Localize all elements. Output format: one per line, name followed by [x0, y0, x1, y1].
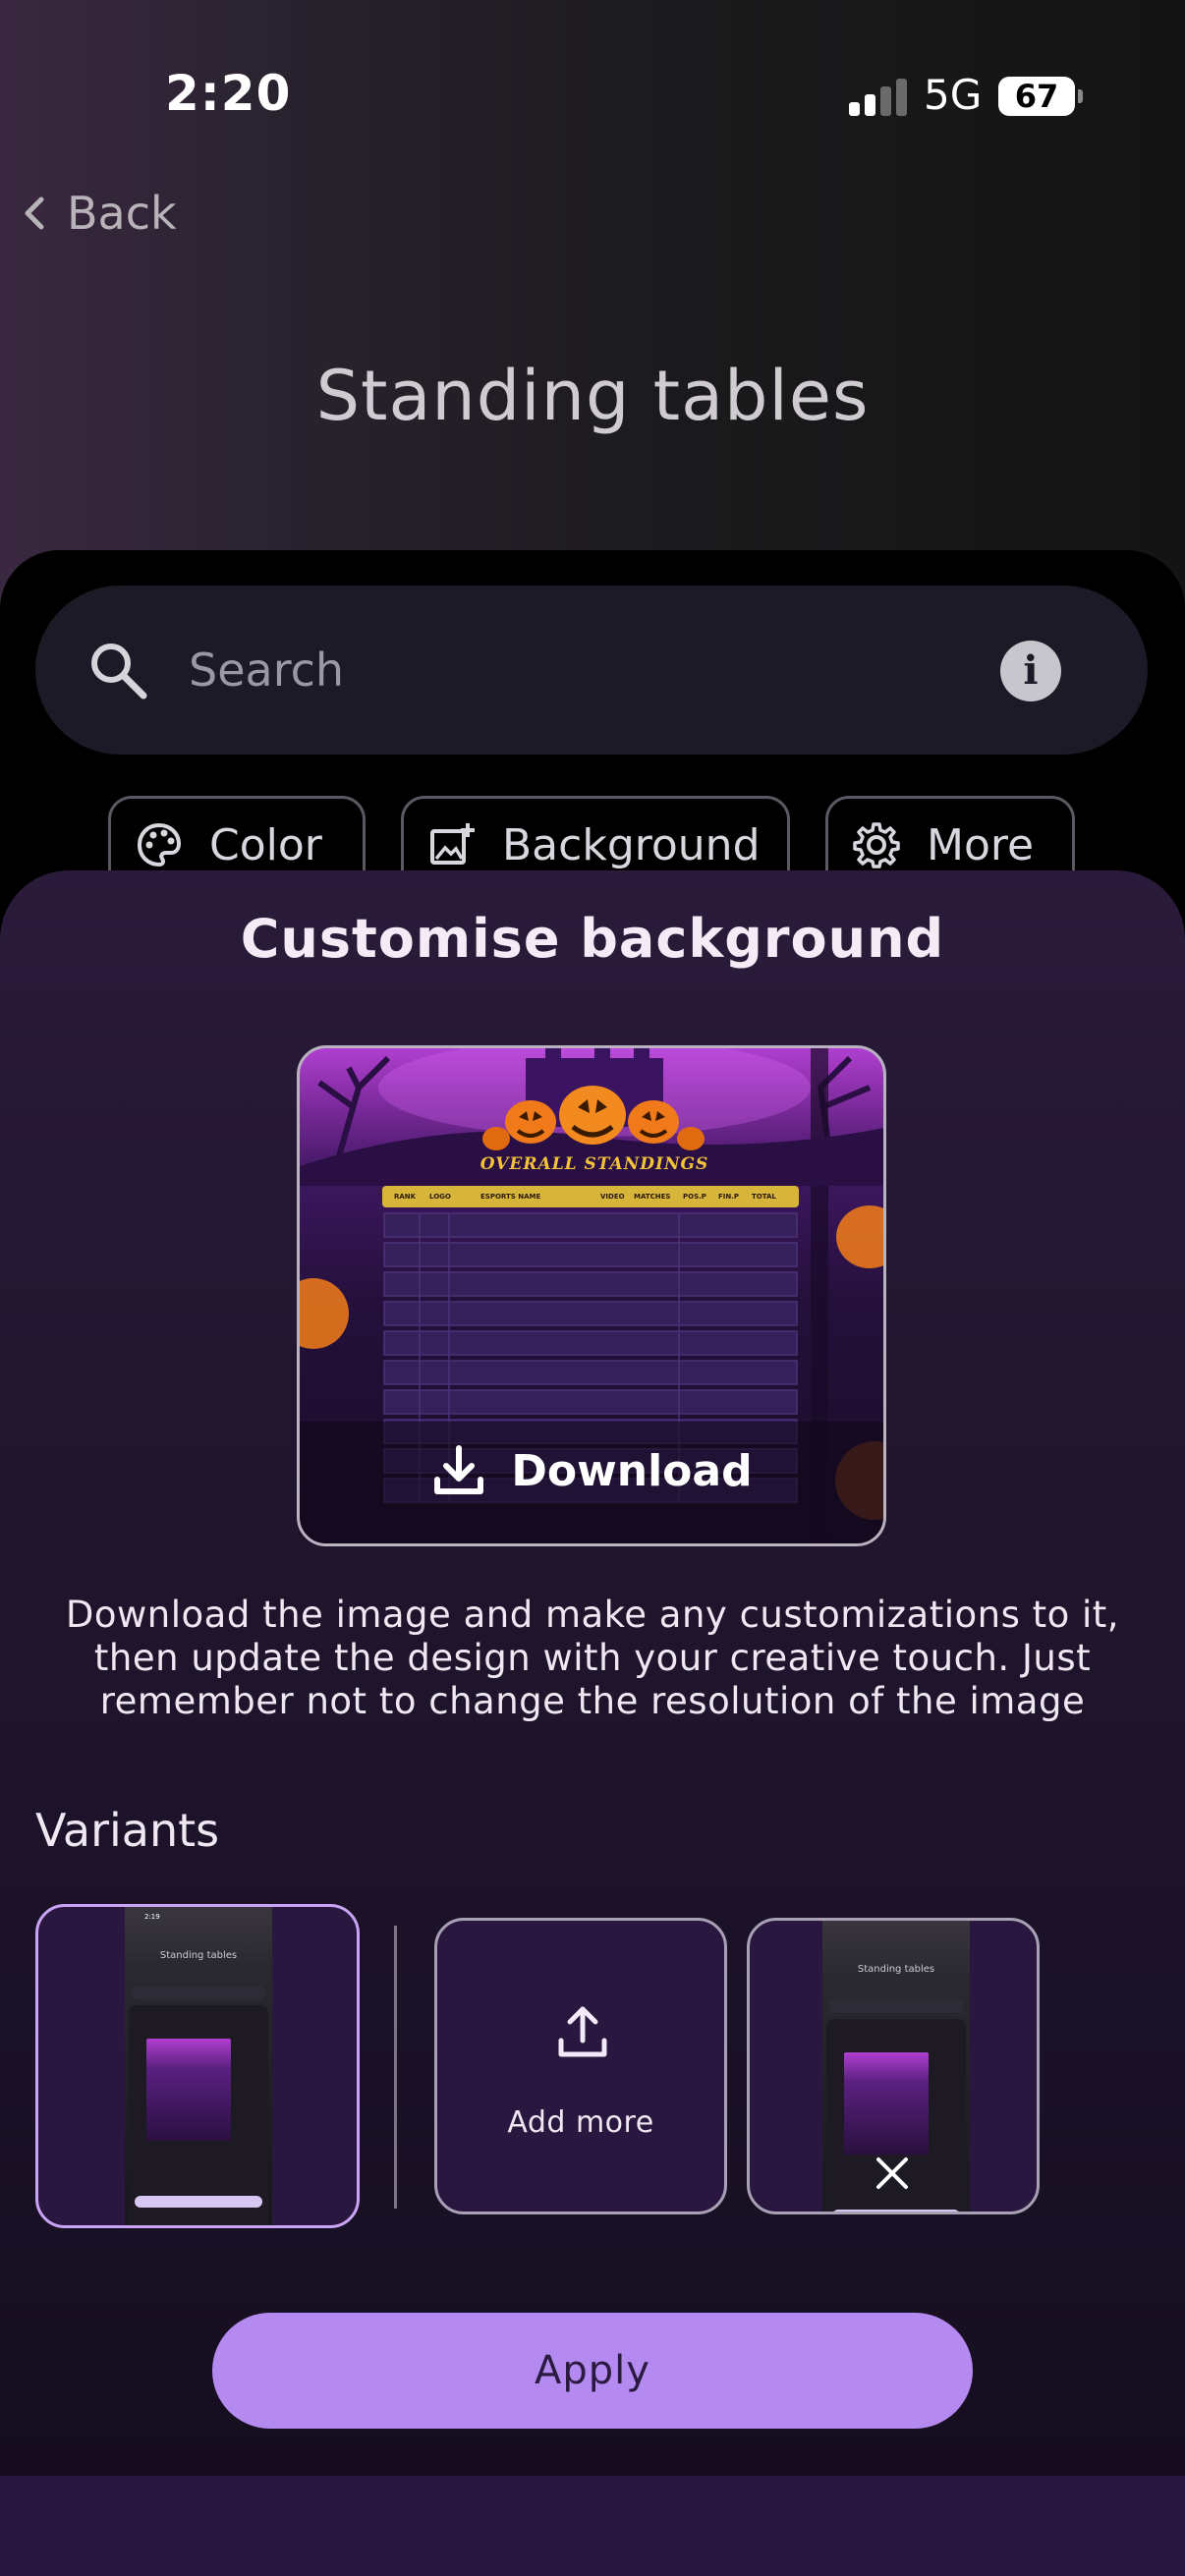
download-icon [434, 1445, 484, 1494]
col-matches: MATCHES [634, 1193, 671, 1201]
add-more-button[interactable]: Add more [434, 1918, 727, 2214]
search-icon [91, 644, 147, 700]
instructions-line: Download the image and make any customiz… [65, 1594, 1120, 1636]
instructions-line: then update the design with your creativ… [93, 1637, 1092, 1679]
bottom-bar [0, 2476, 1185, 2576]
add-more-label: Add more [507, 2105, 654, 2140]
back-button[interactable]: Back [20, 187, 177, 240]
variant-title: Standing tables [159, 1950, 238, 1961]
info-icon[interactable]: i [1000, 641, 1061, 701]
variants-divider [394, 1926, 397, 2209]
col-esports-name: ESPORTS NAME [480, 1193, 541, 1201]
more-chip-label: More [927, 820, 1035, 870]
variant-search-bar [828, 1999, 964, 2013]
col-rank: RANK [394, 1193, 417, 1201]
variant-button [135, 2196, 262, 2208]
chevron-left-icon [25, 196, 44, 230]
search-bar[interactable] [35, 586, 1148, 755]
apply-button[interactable]: Apply [212, 2313, 973, 2429]
variant-search-bar [131, 1986, 266, 1999]
background-chip-label: Background [502, 820, 761, 870]
col-total: TOTAL [752, 1193, 776, 1201]
download-label: Download [511, 1445, 753, 1496]
variants-heading: Variants [35, 1804, 220, 1857]
variant-image [844, 2052, 929, 2155]
variant-title: Standing tables [857, 1964, 935, 1975]
col-finp: FIN.P [718, 1193, 740, 1201]
col-posp: POS.P [683, 1193, 706, 1201]
back-label: Back [67, 187, 177, 240]
search-input[interactable] [189, 635, 1014, 705]
variant-image [146, 2039, 231, 2141]
preview-heading: OVERALL STANDINGS [480, 1154, 709, 1174]
battery-icon: 67 [998, 77, 1075, 116]
palette-icon [137, 822, 182, 868]
variant-screenshot: 2:19 Standing tables [125, 1907, 272, 2225]
battery-cap [1078, 89, 1083, 103]
gear-icon [853, 822, 900, 868]
add-photo-icon [430, 823, 475, 865]
cellular-signal-icon [849, 77, 908, 116]
instructions-text: Download the image and make any customiz… [29, 1594, 1156, 1723]
col-video: VIDEO [600, 1193, 625, 1201]
status-time: 2:20 [165, 65, 292, 122]
preview-table-header: RANK LOGO ESPORTS NAME VIDEO MATCHES POS… [382, 1186, 799, 1207]
network-type: 5G [924, 71, 983, 119]
col-logo: LOGO [429, 1193, 451, 1201]
download-button[interactable]: Download [0, 1444, 1185, 1497]
variant-thumbnail-selected[interactable]: 2:19 Standing tables [35, 1904, 360, 2228]
upload-icon [558, 2006, 607, 2057]
variant-button [832, 2210, 960, 2212]
page-title: Standing tables [315, 356, 870, 436]
sheet-title: Customise background [240, 908, 945, 970]
close-icon[interactable] [873, 2154, 912, 2193]
variant-time: 2:19 [144, 1913, 160, 1921]
color-chip-label: Color [209, 820, 322, 870]
instructions-line: remember not to change the resolution of… [99, 1680, 1086, 1722]
